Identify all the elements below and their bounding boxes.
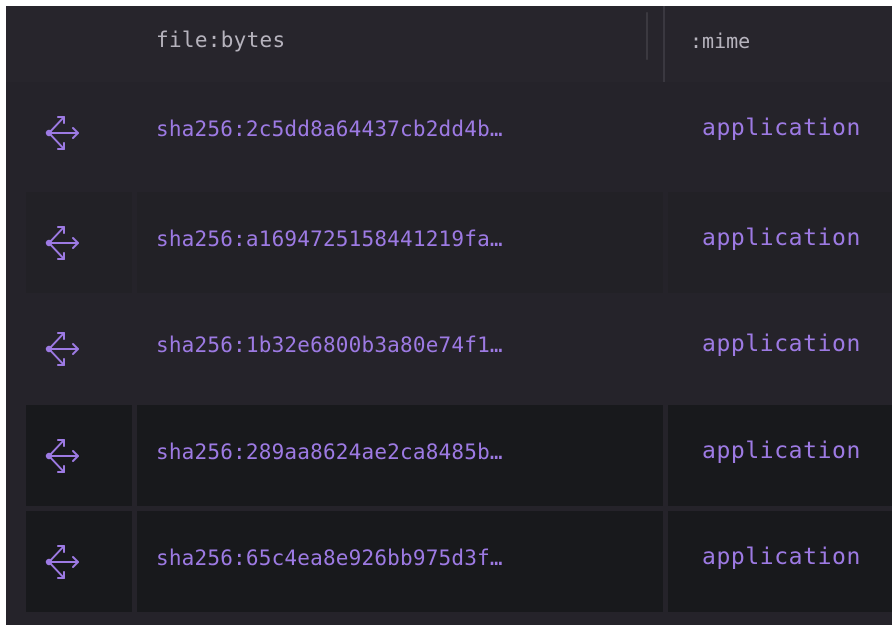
share-icon[interactable] (44, 111, 82, 155)
file-hash-link[interactable]: sha256:2c5dd8a64437cb2dd4b… (156, 117, 503, 141)
mime-value: application (702, 438, 861, 464)
table-row[interactable]: sha256:2c5dd8a64437cb2dd4b… application (6, 82, 892, 183)
row-action-cell (26, 298, 132, 399)
table-row[interactable]: sha256:1b32e6800b3a80e74f1… application (6, 298, 892, 399)
mime-value: application (702, 225, 861, 251)
share-icon[interactable] (44, 221, 82, 265)
file-hash-link[interactable]: sha256:a1694725158441219fa… (156, 227, 503, 251)
file-hash-link[interactable]: sha256:1b32e6800b3a80e74f1… (156, 333, 503, 357)
file-hash-link[interactable]: sha256:289aa8624ae2ca8485b… (156, 440, 503, 464)
file-bytes-cell[interactable]: sha256:1b32e6800b3a80e74f1… (137, 298, 663, 399)
mime-cell[interactable]: application (668, 192, 892, 293)
table-row[interactable]: sha256:65c4ea8e926bb975d3f… application (6, 511, 892, 612)
file-bytes-cell[interactable]: sha256:65c4ea8e926bb975d3f… (137, 511, 663, 612)
file-bytes-cell[interactable]: sha256:a1694725158441219fa… (137, 192, 663, 293)
mime-cell[interactable]: application (668, 298, 892, 399)
share-icon[interactable] (44, 540, 82, 584)
mime-value: application (702, 115, 861, 141)
mime-value: application (702, 331, 861, 357)
table-row[interactable]: sha256:a1694725158441219fa… application (6, 192, 892, 293)
table-row[interactable]: sha256:289aa8624ae2ca8485b… application (6, 405, 892, 506)
file-bytes-cell[interactable]: sha256:289aa8624ae2ca8485b… (137, 405, 663, 506)
mime-value: application (702, 544, 861, 570)
row-action-cell (26, 511, 132, 612)
table-header: file:bytes :mime (6, 6, 892, 82)
share-icon[interactable] (44, 327, 82, 371)
file-hash-link[interactable]: sha256:65c4ea8e926bb975d3f… (156, 546, 503, 570)
row-action-cell (26, 82, 132, 183)
mime-cell[interactable]: application (668, 82, 892, 183)
file-bytes-cell[interactable]: sha256:2c5dd8a64437cb2dd4b… (137, 82, 663, 183)
row-action-cell (26, 192, 132, 293)
results-table: file:bytes :mime sha256:2c5dd8a64437cb2d… (6, 6, 892, 625)
row-action-cell (26, 405, 132, 506)
column-header-mime[interactable]: :mime (690, 29, 750, 53)
column-divider (663, 6, 665, 82)
column-resize-handle[interactable] (646, 12, 648, 60)
share-icon[interactable] (44, 434, 82, 478)
mime-cell[interactable]: application (668, 511, 892, 612)
mime-cell[interactable]: application (668, 405, 892, 506)
column-header-file-bytes[interactable]: file:bytes (156, 28, 285, 52)
